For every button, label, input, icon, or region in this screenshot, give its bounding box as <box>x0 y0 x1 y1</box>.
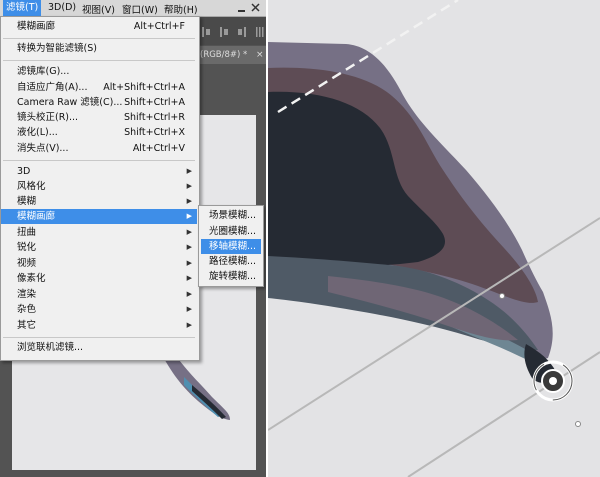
tab-close-icon[interactable]: × <box>256 46 264 64</box>
options-bar <box>198 17 266 45</box>
menu-separator <box>3 60 195 61</box>
document-tab-label: (RGB/8#) * <box>200 50 248 60</box>
menu-item-render[interactable]: 渲染 ▶ <box>1 287 197 302</box>
menu-separator <box>3 38 195 39</box>
submenu-arrow-icon: ▶ <box>186 167 192 175</box>
menu-item-noise[interactable]: 杂色 ▶ <box>1 302 197 317</box>
menu-window[interactable]: 窗口(W) <box>122 2 158 16</box>
tilt-shift-preview[interactable] <box>268 0 600 477</box>
menu-item-lens-correction[interactable]: 镜头校正(R)... Shift+Ctrl+R <box>1 110 197 125</box>
submenu-arrow-icon: ▶ <box>186 305 192 313</box>
menu-bar: 滤镜(T) 3D(D) 视图(V) 窗口(W) 帮助(H) <box>0 0 266 17</box>
tilt-shift-solid-line-lower <box>407 351 600 477</box>
menu-item-video[interactable]: 视频 ▶ <box>1 256 197 271</box>
menu-item-last-filter[interactable]: 模糊画廊 Alt+Ctrl+F <box>1 19 197 34</box>
submenu-arrow-icon: ▶ <box>186 259 192 267</box>
submenu-arrow-icon: ▶ <box>186 182 192 190</box>
submenu-arrow-icon: ▶ <box>186 243 192 251</box>
menu-view[interactable]: 视图(V) <box>82 2 115 16</box>
menu-filter[interactable]: 滤镜(T) <box>3 0 42 16</box>
minimize-icon <box>238 10 245 12</box>
menu-item-liquify[interactable]: 液化(L)... Shift+Ctrl+X <box>1 125 197 140</box>
submenu-item-spin-blur[interactable]: 旋转模糊... <box>201 269 261 284</box>
line-handle-upper <box>499 293 505 299</box>
line-handle-lower <box>575 421 581 427</box>
window-controls <box>238 3 260 12</box>
preview-canvas <box>268 0 600 477</box>
menu-item-camera-raw[interactable]: Camera Raw 滤镜(C)... Shift+Ctrl+A <box>1 95 197 110</box>
document-tab[interactable]: (RGB/8#) * × <box>198 46 266 64</box>
menu-item-other[interactable]: 其它 ▶ <box>1 318 197 333</box>
menu-item-filter-gallery[interactable]: 滤镜库(G)... <box>1 64 197 79</box>
submenu-arrow-icon: ▶ <box>186 228 192 236</box>
menu-item-3d[interactable]: 3D ▶ <box>1 164 197 179</box>
menu-separator <box>3 160 195 161</box>
submenu-arrow-icon: ▶ <box>186 274 192 282</box>
menu-3d[interactable]: 3D(D) <box>48 2 76 13</box>
filter-menu: 模糊画廊 Alt+Ctrl+F 转换为智能滤镜(S) 滤镜库(G)... 自适应… <box>0 16 200 361</box>
close-icon <box>251 3 260 12</box>
menu-item-sharpen[interactable]: 锐化 ▶ <box>1 240 197 255</box>
submenu-item-path-blur[interactable]: 路径模糊... <box>201 254 261 269</box>
submenu-item-field-blur[interactable]: 场景模糊... <box>201 208 261 223</box>
menu-item-adaptive-wide-angle[interactable]: 自适应广角(A)... Alt+Shift+Ctrl+A <box>1 80 197 95</box>
menu-help[interactable]: 帮助(H) <box>164 2 198 16</box>
submenu-item-tilt-shift[interactable]: 移轴模糊... <box>201 239 261 254</box>
submenu-arrow-icon: ▶ <box>186 212 192 220</box>
menu-item-stylize[interactable]: 风格化 ▶ <box>1 179 197 194</box>
menu-item-pixelate[interactable]: 像素化 ▶ <box>1 271 197 286</box>
submenu-arrow-icon: ▶ <box>186 197 192 205</box>
blur-gallery-submenu: 场景模糊... 光圈模糊... 移轴模糊... 路径模糊... 旋转模糊... <box>198 205 264 287</box>
shape-tail-dark <box>192 385 226 419</box>
menu-item-blur[interactable]: 模糊 ▶ <box>1 194 197 209</box>
photoshop-left-panel: 滤镜(T) 3D(D) 视图(V) 窗口(W) 帮助(H) (RGB/8#) *… <box>0 0 266 477</box>
menu-separator <box>3 337 195 338</box>
align-icons <box>202 27 264 37</box>
submenu-item-iris-blur[interactable]: 光圈模糊... <box>201 224 261 239</box>
menu-item-blur-gallery[interactable]: 模糊画廊 ▶ <box>1 209 197 224</box>
menu-item-convert-smart-filter[interactable]: 转换为智能滤镜(S) <box>1 41 197 56</box>
menu-item-vanishing-point[interactable]: 消失点(V)... Alt+Ctrl+V <box>1 141 197 156</box>
submenu-arrow-icon: ▶ <box>186 290 192 298</box>
submenu-arrow-icon: ▶ <box>186 321 192 329</box>
menu-item-browse-filters-online[interactable]: 浏览联机滤镜... <box>1 340 197 355</box>
menu-item-distort[interactable]: 扭曲 ▶ <box>1 225 197 240</box>
